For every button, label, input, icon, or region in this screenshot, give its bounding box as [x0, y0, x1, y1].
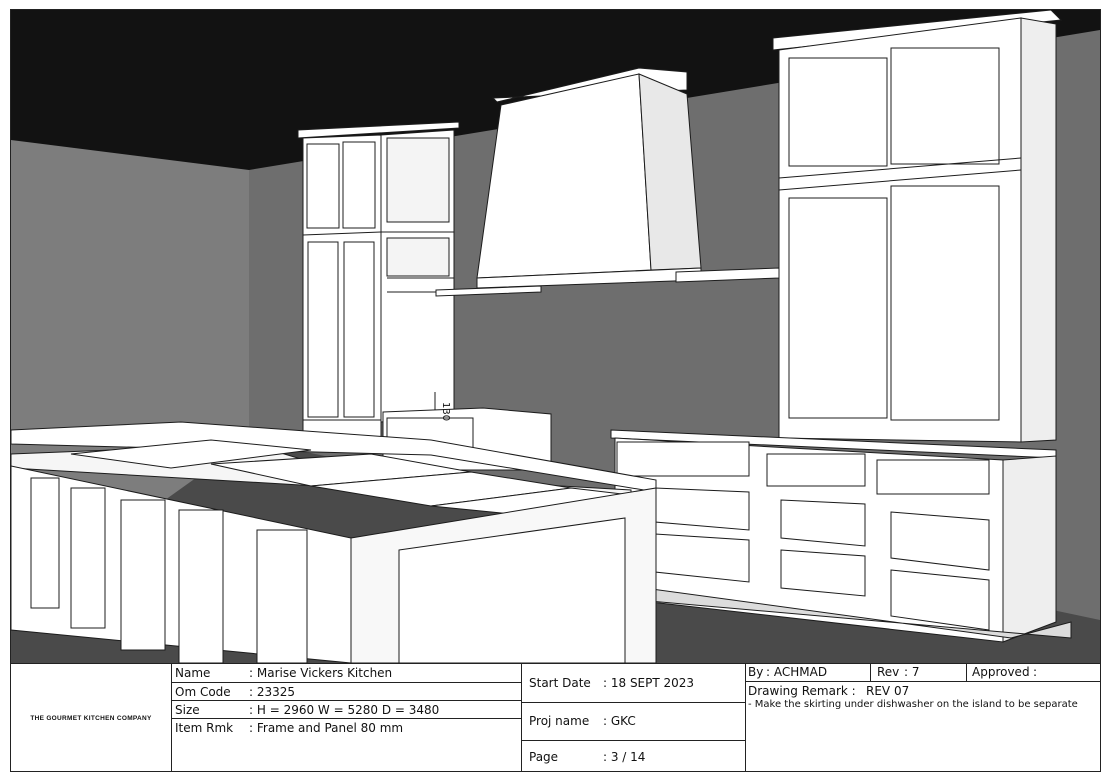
project-name-label: Proj name — [529, 714, 590, 728]
name-value: : Marise Vickers Kitchen — [249, 666, 393, 680]
revision-label: Rev — [877, 665, 900, 679]
drawing-sheet: 130 THE GOURMET KITCHEN COMPANY Name : M… — [10, 9, 1101, 772]
divider — [171, 700, 521, 701]
divider — [745, 681, 1100, 682]
company-name: THE GOURMET KITCHEN COMPANY — [30, 714, 152, 722]
drawn-by-label: By — [748, 665, 764, 679]
title-block: THE GOURMET KITCHEN COMPANY Name : Maris… — [11, 663, 1100, 772]
divider — [521, 702, 745, 703]
size-label: Size — [175, 703, 200, 717]
revision-value: : 7 — [904, 665, 920, 679]
name-label: Name — [175, 666, 211, 680]
page-label: Page — [529, 750, 559, 764]
divider — [966, 664, 967, 681]
divider — [870, 664, 871, 681]
company-logo: THE GOURMET KITCHEN COMPANY — [11, 664, 171, 772]
item-remark-value: : Frame and Panel 80 mm — [249, 721, 404, 735]
divider — [171, 718, 521, 719]
project-name-value: : GKC — [603, 714, 636, 728]
item-remark-label: Item Rmk — [175, 721, 234, 735]
page-value: : 3 / 14 — [603, 750, 646, 764]
drawing-remark-label: Drawing Remark : — [748, 684, 856, 698]
kitchen-3d-render: 130 — [11, 10, 1100, 663]
divider — [171, 682, 521, 683]
drawn-by-value: : ACHMAD — [766, 665, 828, 679]
drawing-remark-revision: REV 07 — [866, 684, 910, 698]
dimension-label: 130 — [440, 402, 451, 421]
kitchen-render-svg: 130 — [11, 10, 1100, 663]
tall-right-cabinets — [772, 10, 1063, 443]
om-code-value: : 23325 — [249, 685, 296, 699]
divider — [521, 664, 522, 772]
approved-label: Approved — [972, 665, 1030, 679]
size-value: : H = 2960 W = 5280 D = 3480 — [249, 703, 440, 717]
divider — [521, 740, 745, 741]
start-date-value: : 18 SEPT 2023 — [603, 676, 695, 690]
om-code-label: Om Code — [175, 685, 231, 699]
start-date-label: Start Date — [529, 676, 591, 690]
drawing-remark-text: - Make the skirting under dishwasher on … — [748, 699, 1078, 710]
approved-value: : — [1033, 665, 1038, 679]
